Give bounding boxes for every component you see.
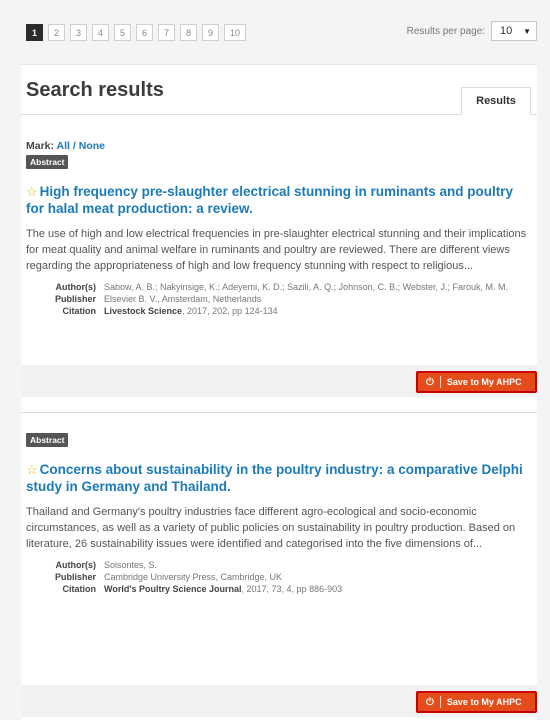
page-button-2[interactable]: 2 <box>48 24 65 41</box>
result-metadata: Author(s) Sabow, A. B.; Nakyinsige, K.; … <box>26 281 532 317</box>
authors-row: Author(s) Soisontes, S. <box>48 559 532 571</box>
results-per-page-label: Results per page: <box>406 25 485 37</box>
citation-value: World's Poultry Science Journal, 2017, 7… <box>104 583 342 595</box>
publisher-row: Publisher Elsevier B. V., Amsterdam, Net… <box>48 293 532 305</box>
results-panel: Search results Results Mark: All / None … <box>21 64 537 720</box>
authors-value: Soisontes, S. <box>104 560 158 570</box>
results-per-page-select[interactable]: 10 ▼ <box>491 21 537 41</box>
page-button-9[interactable]: 9 <box>202 24 219 41</box>
result-action-bar: ⏻ Save to My AHPC <box>21 685 537 717</box>
page: 1 2 3 4 5 6 7 8 9 10 Results per page: 1… <box>0 0 550 720</box>
star-icon[interactable]: ☆ <box>26 184 38 199</box>
abstract-badge: Abstract <box>26 155 69 169</box>
results-per-page: Results per page: 10 ▼ <box>407 21 537 41</box>
citation-details: , 2017, 202, pp 124-134 <box>182 306 278 316</box>
citation-row: Citation World's Poultry Science Journal… <box>48 583 532 595</box>
citation-label: Citation <box>62 584 97 594</box>
button-separator <box>439 376 441 388</box>
result-metadata: Author(s) Soisontes, S. Publisher Cambri… <box>26 559 532 595</box>
chevron-down-icon: ▼ <box>523 27 531 36</box>
mark-none-link[interactable]: None <box>79 140 105 152</box>
page-button-10[interactable]: 10 <box>224 24 246 41</box>
result-abstract: Thailand and Germany's poultry industrie… <box>26 506 516 550</box>
result-title[interactable]: ☆ High frequency pre-slaughter electrical… <box>26 183 532 217</box>
page-button-3[interactable]: 3 <box>70 24 87 41</box>
power-icon: ⏻ <box>426 376 434 388</box>
citation-label: Citation <box>62 306 97 316</box>
button-separator <box>439 696 441 708</box>
publisher-label: Publisher <box>54 294 96 304</box>
publisher-row: Publisher Cambridge University Press, Ca… <box>48 571 532 583</box>
page-button-6[interactable]: 6 <box>136 24 153 41</box>
authors-label: Author(s) <box>55 282 97 292</box>
page-title: Search results <box>26 79 164 101</box>
results-per-page-value: 10 <box>500 25 513 37</box>
results-header: Search results Results <box>21 65 537 115</box>
power-icon: ⏻ <box>426 696 434 708</box>
authors-row: Author(s) Sabow, A. B.; Nakyinsige, K.; … <box>48 281 532 293</box>
result-action-bar: ⏻ Save to My AHPC <box>21 365 537 397</box>
save-to-my-ahpc-button[interactable]: ⏻ Save to My AHPC <box>416 691 537 713</box>
mark-selector: Mark: All / None <box>26 140 105 152</box>
pagination: 1 2 3 4 5 6 7 8 9 10 <box>26 24 246 41</box>
page-button-4[interactable]: 4 <box>92 24 109 41</box>
citation-value: Livestock Science, 2017, 202, pp 124-134 <box>104 305 278 317</box>
page-button-7[interactable]: 7 <box>158 24 175 41</box>
result-title[interactable]: ☆ Concerns about sustainability in the po… <box>26 461 532 495</box>
abstract-badge: Abstract <box>26 433 69 447</box>
result-title-text[interactable]: Concerns about sustainability in the pou… <box>26 462 523 494</box>
mark-label: Mark: <box>26 140 55 152</box>
authors-value: Sabow, A. B.; Nakyinsige, K.; Adeyemi, K… <box>104 282 508 292</box>
result-divider <box>21 412 537 413</box>
save-button-label: Save to My AHPC <box>446 377 522 387</box>
publisher-label: Publisher <box>54 572 96 582</box>
result-item: Abstract ☆ High frequency pre-slaughter e… <box>26 154 532 317</box>
tab-results[interactable]: Results <box>461 87 531 115</box>
authors-label: Author(s) <box>55 560 97 570</box>
save-button-label: Save to My AHPC <box>446 697 522 707</box>
mark-separator: / <box>72 140 76 152</box>
publisher-value: Cambridge University Press, Cambridge, U… <box>104 572 283 582</box>
mark-all-link[interactable]: All <box>57 140 70 152</box>
publisher-value: Elsevier B. V., Amsterdam, Netherlands <box>104 294 262 304</box>
pagination-bar: 1 2 3 4 5 6 7 8 9 10 Results per page: 1… <box>26 21 537 48</box>
page-button-8[interactable]: 8 <box>180 24 197 41</box>
page-button-1[interactable]: 1 <box>26 24 43 41</box>
citation-journal: Livestock Science <box>104 306 183 316</box>
citation-details: , 2017, 73, 4, pp 886-903 <box>241 584 343 594</box>
citation-row: Citation Livestock Science, 2017, 202, p… <box>48 305 532 317</box>
page-button-5[interactable]: 5 <box>114 24 131 41</box>
citation-journal: World's Poultry Science Journal <box>104 584 242 594</box>
save-to-my-ahpc-button[interactable]: ⏻ Save to My AHPC <box>416 371 537 393</box>
result-abstract: The use of high and low electrical frequ… <box>26 228 527 272</box>
result-title-text[interactable]: High frequency pre-slaughter electrical … <box>26 184 513 216</box>
star-icon[interactable]: ☆ <box>26 462 38 477</box>
result-item: Abstract ☆ Concerns about sustainability … <box>26 432 532 595</box>
